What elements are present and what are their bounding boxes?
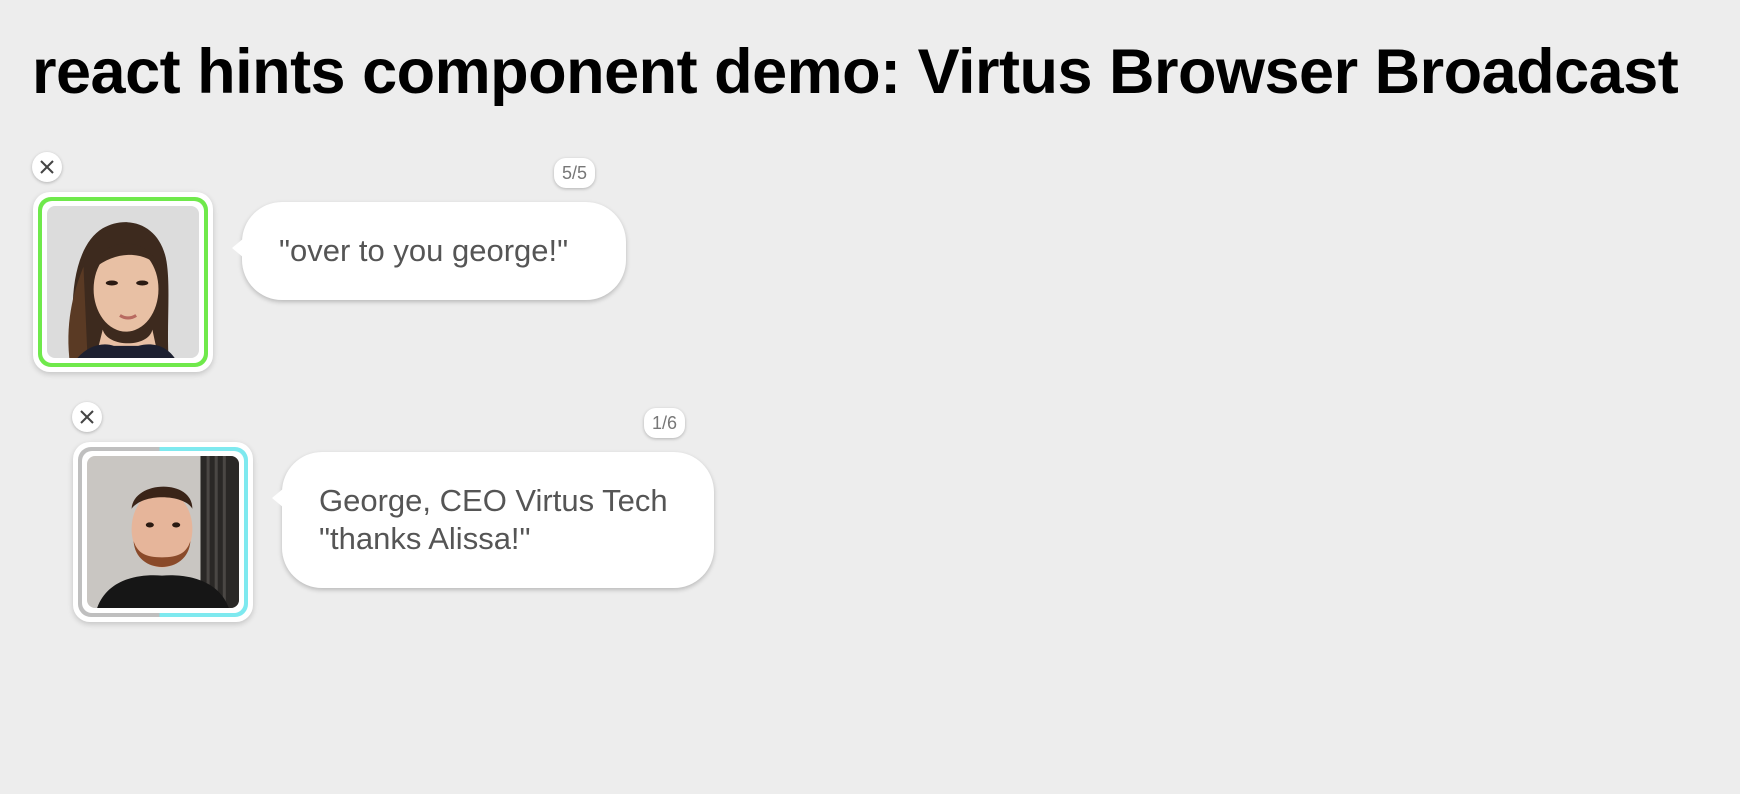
message-line: "thanks Alissa!" xyxy=(319,521,531,556)
progress-ring xyxy=(78,447,248,617)
woman-portrait-photo xyxy=(47,206,199,358)
hint-card: 5/5 "over to you george!" xyxy=(32,152,752,372)
avatar[interactable] xyxy=(33,192,213,372)
hint-counter: 5/5 xyxy=(554,158,596,188)
progress-ring xyxy=(38,197,208,367)
close-button[interactable] xyxy=(32,152,62,182)
avatar[interactable] xyxy=(73,442,253,622)
close-button[interactable] xyxy=(72,402,102,432)
message-line: "over to you george!" xyxy=(279,233,569,268)
close-icon xyxy=(40,160,54,174)
message-bubble: "over to you george!" xyxy=(232,202,626,300)
page: react hints component demo: Virtus Brows… xyxy=(0,0,1740,794)
hint-counter: 1/6 xyxy=(644,408,686,438)
message-line: George, CEO Virtus Tech xyxy=(319,483,668,518)
close-icon xyxy=(80,410,94,424)
hint-card: 1/6 George, CEO Virtus Tech "thanks Alis… xyxy=(72,402,792,622)
message-bubble: George, CEO Virtus Tech "thanks Alissa!" xyxy=(272,452,714,588)
man-portrait-photo xyxy=(87,456,239,608)
page-title: react hints component demo: Virtus Brows… xyxy=(32,37,1679,107)
